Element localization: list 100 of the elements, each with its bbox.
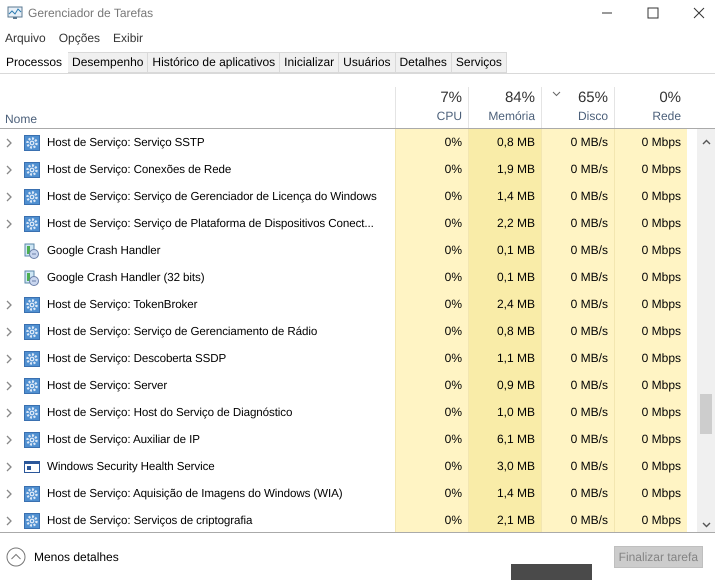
table-cell: 0 Mbps <box>614 210 687 237</box>
expand-chevron-icon[interactable] <box>6 326 12 336</box>
table-cell: 0% <box>395 480 468 507</box>
process-name: Google Crash Handler (32 bits) <box>47 271 204 284</box>
column-header[interactable]: 84% Memória <box>468 87 541 128</box>
table-cell: 2,1 MB <box>468 507 541 532</box>
expand-chevron-icon[interactable] <box>6 488 12 498</box>
table-cell: 0 Mbps <box>614 453 687 480</box>
close-icon[interactable] <box>693 7 705 19</box>
process-name: Host de Serviço: Serviço SSTP <box>47 136 205 149</box>
table-cell: 6,1 MB <box>468 426 541 453</box>
table-cell: 0,9 MB <box>468 372 541 399</box>
table-cell: 0% <box>395 507 468 532</box>
table-cell: 0 MB/s <box>541 507 614 532</box>
gear-icon <box>24 216 40 232</box>
column-header[interactable]: 0% Rede <box>614 87 687 128</box>
table-cell: 0% <box>395 345 468 372</box>
gear-icon <box>24 378 40 394</box>
table-cell: 0 MB/s <box>541 318 614 345</box>
column-header[interactable]: 7% CPU <box>395 87 468 128</box>
table-cell: 0% <box>395 237 468 264</box>
table-cell: 0 Mbps <box>614 318 687 345</box>
expand-chevron-icon[interactable] <box>6 408 12 418</box>
table-cell: 0 Mbps <box>614 480 687 507</box>
column-header[interactable]: 65% Disco <box>541 87 614 128</box>
tab[interactable]: Detalhes <box>396 52 452 73</box>
expand-chevron-icon[interactable] <box>6 380 12 390</box>
menu-item[interactable]: Arquivo <box>5 31 46 45</box>
table-cell: 1,9 MB <box>468 156 541 183</box>
expand-chevron-icon[interactable] <box>6 354 12 364</box>
process-name: Host de Serviço: Serviço de Plataforma de Dispositivos Conect... <box>47 217 374 230</box>
table-cell: 0 MB/s <box>541 210 614 237</box>
table-cell: 2,2 MB <box>468 210 541 237</box>
collapse-up-icon[interactable] <box>6 546 26 566</box>
table-cell: 0% <box>395 291 468 318</box>
tab[interactable]: Desempenho <box>68 52 148 73</box>
scroll-thumb[interactable] <box>700 394 712 434</box>
column-header[interactable]: Nome <box>5 112 38 126</box>
gear-icon <box>24 404 40 420</box>
table-cell: 0% <box>395 453 468 480</box>
tab[interactable]: Histórico de aplicativos <box>148 52 280 73</box>
process-name: Host de Serviço: Aquisição de Imagens do Windows (WIA) <box>47 487 343 500</box>
monitor-icon <box>7 6 23 20</box>
gear-icon <box>24 486 40 502</box>
gear-icon <box>24 296 40 312</box>
process-name: Host de Serviço: TokenBroker <box>47 298 198 311</box>
table-cell: 0% <box>395 210 468 237</box>
scroll-down-icon[interactable] <box>702 522 710 528</box>
table-cell: 0 MB/s <box>541 291 614 318</box>
table-cell: 0 MB/s <box>541 237 614 264</box>
process-name: Host de Serviço: Server <box>47 379 168 392</box>
expand-chevron-icon[interactable] <box>6 300 12 310</box>
table-cell: 0% <box>395 129 468 156</box>
table-cell: 0 MB/s <box>541 372 614 399</box>
fewer-details-link[interactable]: Menos detalhes <box>34 550 119 564</box>
scroll-up-icon[interactable] <box>702 139 710 145</box>
table-cell: 0% <box>395 372 468 399</box>
table-cell: 0 Mbps <box>614 291 687 318</box>
expand-chevron-icon[interactable] <box>6 218 12 228</box>
maximize-icon[interactable] <box>647 7 659 19</box>
process-name: Google Crash Handler <box>47 244 160 257</box>
gear-icon <box>24 162 40 178</box>
expand-chevron-icon[interactable] <box>6 192 12 202</box>
expand-chevron-icon[interactable] <box>6 164 12 174</box>
expand-chevron-icon[interactable] <box>6 138 12 148</box>
tab[interactable]: Usuários <box>339 52 396 73</box>
tab[interactable]: Serviços <box>452 52 507 73</box>
table-cell: 0,8 MB <box>468 129 541 156</box>
table-cell: 0,1 MB <box>468 237 541 264</box>
gear-icon <box>24 350 40 366</box>
process-name: Host de Serviço: Descoberta SSDP <box>47 352 226 365</box>
process-name: Host de Serviço: Host do Serviço de Diagnóstico <box>47 406 292 419</box>
table-cell: 0 MB/s <box>541 129 614 156</box>
table-cell: 0% <box>395 156 468 183</box>
process-name: Host de Serviço: Auxiliar de IP <box>47 433 200 446</box>
expand-chevron-icon[interactable] <box>6 516 12 526</box>
table-cell: 0% <box>395 318 468 345</box>
table-cell: 2,4 MB <box>468 291 541 318</box>
gear-icon <box>24 324 40 340</box>
table-cell: 0 Mbps <box>614 507 687 532</box>
table-cell: 0,8 MB <box>468 318 541 345</box>
expand-chevron-icon[interactable] <box>6 462 12 472</box>
process-name: Host de Serviço: Serviço de Gerenciamento de Rádio <box>47 325 318 338</box>
sort-caret-icon <box>552 91 561 97</box>
table-cell: 0% <box>395 426 468 453</box>
tab[interactable]: Inicializar <box>280 52 340 73</box>
table-cell: 0 MB/s <box>541 426 614 453</box>
expand-chevron-icon[interactable] <box>6 434 12 444</box>
menu-item[interactable]: Opções <box>58 31 100 45</box>
table-cell: 0 Mbps <box>614 156 687 183</box>
table-cell: 1,1 MB <box>468 345 541 372</box>
table-cell: 0 Mbps <box>614 372 687 399</box>
table-cell: 0 MB/s <box>541 453 614 480</box>
table-cell: 0 MB/s <box>541 345 614 372</box>
table-cell: 0% <box>395 264 468 291</box>
menu-item[interactable]: Exibir <box>113 31 144 45</box>
window-title: Gerenciador de Tarefas <box>28 6 154 20</box>
scrollbar[interactable] <box>697 129 715 532</box>
table-cell: 3,0 MB <box>468 453 541 480</box>
process-name: Host de Serviço: Serviço de Gerenciador de Licença do Windows <box>47 190 377 203</box>
